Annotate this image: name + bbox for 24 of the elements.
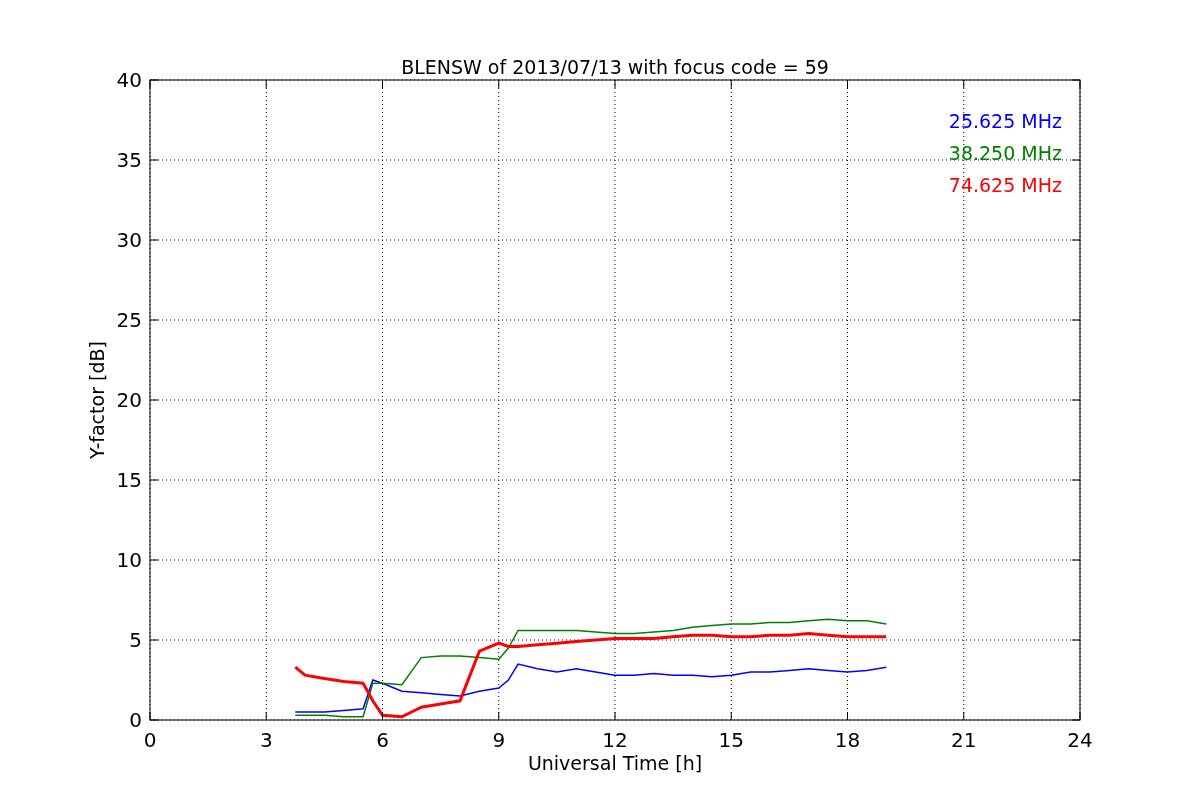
x-tick-label: 21 [951,728,977,752]
y-tick-label: 10 [116,548,142,572]
x-tick-label: 3 [259,728,273,752]
chart-title: BLENSW of 2013/07/13 with focus code = 59 [401,56,829,78]
y-tick-label: 25 [116,308,142,332]
x-axis-label: Universal Time [h] [527,752,703,774]
y-tick-label: 15 [116,468,142,492]
x-tick-label: 6 [376,728,389,752]
x-tick-label: 18 [834,728,861,752]
y-tick-label: 5 [129,628,142,652]
y-axis-label: Y-factor [dB] [86,341,108,459]
y-tick-label: 30 [116,228,142,252]
y-tick-label: 35 [116,148,142,172]
x-tick-label: 0 [143,728,157,752]
x-tick-label: 15 [718,728,744,752]
legend-label: 25.625 MHz [948,110,1062,132]
legend-label: 38.250 MHz [948,142,1062,164]
x-tick-label: 12 [602,728,628,752]
y-tick-label: 40 [116,68,142,92]
legend-label: 74.625 MHz [948,174,1062,196]
x-tick-label: 9 [492,728,506,752]
x-tick-label: 24 [1067,728,1093,752]
y-tick-label: 0 [129,708,142,732]
y-tick-label: 20 [116,388,142,412]
